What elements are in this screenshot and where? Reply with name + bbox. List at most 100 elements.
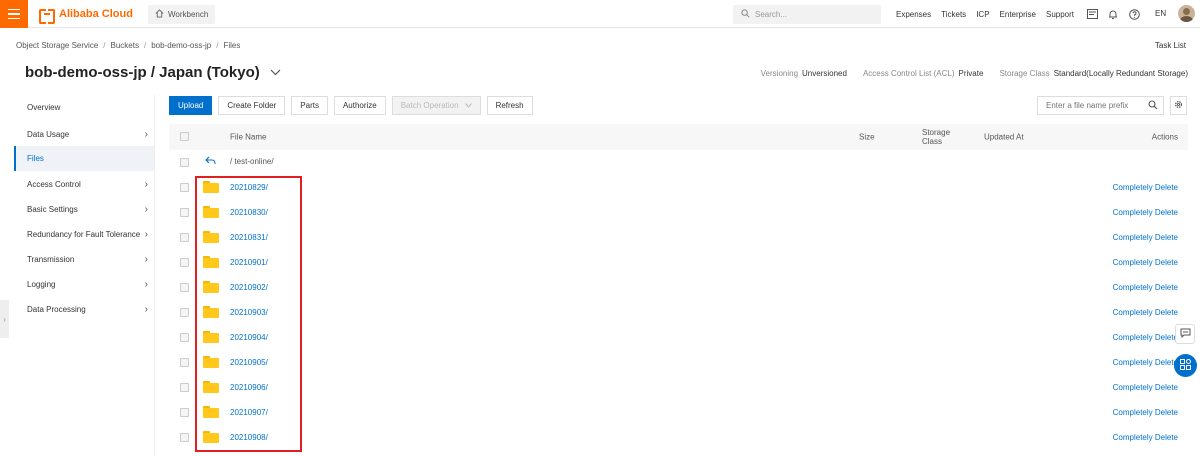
- parts-button[interactable]: Parts: [291, 96, 328, 115]
- table-row: 20210904/Completely Delete: [169, 325, 1188, 350]
- select-all-checkbox[interactable]: [180, 132, 189, 141]
- completely-delete-link[interactable]: Completely Delete: [1113, 183, 1178, 192]
- batch-operation-label: Batch Operation: [400, 101, 459, 110]
- completely-delete-link[interactable]: Completely Delete: [1113, 233, 1178, 242]
- breadcrumb-separator: /: [103, 41, 106, 50]
- gear-icon: [1174, 100, 1183, 111]
- avatar[interactable]: [1178, 5, 1195, 22]
- upload-button[interactable]: Upload: [169, 96, 213, 115]
- completely-delete-link[interactable]: Completely Delete: [1113, 433, 1178, 442]
- sidebar-item-basic-settings[interactable]: Basic Settings ›: [14, 197, 154, 222]
- sidebar-item-label: Redundancy for Fault Tolerance: [27, 230, 141, 239]
- sidebar-item-files[interactable]: Files: [14, 146, 154, 171]
- sidebar-item-overview[interactable]: Overview: [14, 95, 154, 120]
- meta-spacer: [987, 69, 995, 78]
- global-search[interactable]: [733, 5, 881, 24]
- row-checkbox[interactable]: [180, 233, 189, 242]
- row-checkbox[interactable]: [180, 258, 189, 267]
- row-checkbox[interactable]: [180, 333, 189, 342]
- help-icon[interactable]: [1128, 8, 1140, 20]
- breadcrumb-buckets[interactable]: Buckets: [111, 41, 139, 50]
- acl-value: Private: [958, 69, 984, 78]
- completely-delete-link[interactable]: Completely Delete: [1113, 283, 1178, 292]
- message-icon[interactable]: [1086, 8, 1098, 20]
- authorize-button[interactable]: Authorize: [333, 96, 386, 115]
- chevron-down-icon[interactable]: [270, 68, 281, 78]
- row-checkbox[interactable]: [180, 183, 189, 192]
- chevron-right-icon: ›: [3, 314, 6, 324]
- column-storage-class-line1: Storage: [922, 128, 951, 137]
- alibaba-cloud-logo-icon: [39, 8, 55, 24]
- feedback-button[interactable]: [1175, 324, 1195, 344]
- language-switch[interactable]: EN: [1155, 9, 1166, 18]
- column-actions: Actions: [1151, 132, 1178, 142]
- column-storage-class-line2: Class: [922, 137, 943, 146]
- highlight-box: [195, 176, 302, 452]
- back-arrow-icon[interactable]: [205, 156, 216, 168]
- column-size: Size: [859, 132, 875, 142]
- table-row: 20210831/Completely Delete: [169, 225, 1188, 250]
- column-storage-class: Storage Class: [922, 128, 950, 146]
- versioning-label: Versioning: [760, 69, 799, 78]
- completely-delete-link[interactable]: Completely Delete: [1113, 383, 1178, 392]
- row-checkbox[interactable]: [180, 208, 189, 217]
- bucket-meta: Versioning Unversioned Access Control Li…: [761, 69, 1188, 78]
- nav-support[interactable]: Support: [1046, 10, 1074, 19]
- toolbar: Upload Create Folder Parts Authorize Bat…: [169, 96, 533, 115]
- chevron-right-icon: ›: [144, 304, 148, 315]
- batch-operation-dropdown[interactable]: Batch Operation: [391, 96, 481, 115]
- versioning-value: Unversioned: [802, 69, 847, 78]
- column-updated-at: Updated At: [984, 132, 1024, 142]
- nav-expenses[interactable]: Expenses: [896, 10, 931, 19]
- sidebar-item-label: Basic Settings: [27, 205, 78, 214]
- completely-delete-link[interactable]: Completely Delete: [1113, 408, 1178, 417]
- table-row: 20210908/Completely Delete: [169, 425, 1188, 450]
- file-prefix-input[interactable]: [1046, 101, 1146, 110]
- search-input[interactable]: [755, 10, 865, 19]
- task-list-link[interactable]: Task List: [1155, 41, 1186, 50]
- breadcrumb-oss[interactable]: Object Storage Service: [16, 41, 98, 50]
- create-folder-button[interactable]: Create Folder: [218, 96, 286, 115]
- sidebar-item-data-processing[interactable]: Data Processing ›: [14, 297, 154, 322]
- table-row: 20210906/Completely Delete: [169, 375, 1188, 400]
- completely-delete-link[interactable]: Completely Delete: [1113, 333, 1178, 342]
- sidebar-item-label: Files: [27, 154, 44, 163]
- column-file-name: File Name: [230, 132, 267, 142]
- nav-icp[interactable]: ICP: [976, 10, 989, 19]
- settings-button[interactable]: [1170, 96, 1187, 115]
- grid-icon: [1180, 359, 1191, 372]
- sidebar-item-label: Logging: [27, 280, 56, 289]
- apps-button[interactable]: [1174, 354, 1197, 377]
- row-checkbox[interactable]: [180, 408, 189, 417]
- table-row: 20210829/Completely Delete: [169, 175, 1188, 200]
- table-row: 20210902/Completely Delete: [169, 275, 1188, 300]
- breadcrumb-bucket[interactable]: bob-demo-oss-jp: [151, 41, 211, 50]
- row-checkbox[interactable]: [180, 283, 189, 292]
- nav-tickets[interactable]: Tickets: [941, 10, 966, 19]
- sidebar-item-transmission[interactable]: Transmission ›: [14, 247, 154, 272]
- row-checkbox[interactable]: [180, 308, 189, 317]
- row-checkbox[interactable]: [180, 433, 189, 442]
- sidebar-item-redundancy[interactable]: Redundancy for Fault Tolerance ›: [14, 222, 154, 247]
- completely-delete-link[interactable]: Completely Delete: [1113, 308, 1178, 317]
- sidebar-item-logging[interactable]: Logging ›: [14, 272, 154, 297]
- breadcrumb-separator: /: [143, 41, 147, 50]
- brand-logo[interactable]: Alibaba Cloud: [39, 7, 133, 24]
- completely-delete-link[interactable]: Completely Delete: [1113, 208, 1178, 217]
- completely-delete-link[interactable]: Completely Delete: [1113, 358, 1178, 367]
- sidebar-item-data-usage[interactable]: Data Usage ›: [14, 122, 154, 147]
- file-prefix-search: [1037, 96, 1164, 115]
- nav-enterprise[interactable]: Enterprise: [1000, 10, 1036, 19]
- sidebar-expand-handle[interactable]: ›: [0, 300, 9, 338]
- sidebar-item-access-control[interactable]: Access Control ›: [14, 172, 154, 197]
- table-header: File Name Size Storage Class Updated At A…: [169, 124, 1188, 150]
- menu-icon[interactable]: [0, 0, 28, 28]
- search-icon: [741, 9, 750, 20]
- search-icon[interactable]: [1148, 99, 1158, 112]
- refresh-button[interactable]: Refresh: [486, 96, 533, 115]
- row-checkbox[interactable]: [180, 358, 189, 367]
- bell-icon[interactable]: [1107, 8, 1119, 20]
- completely-delete-link[interactable]: Completely Delete: [1113, 258, 1178, 267]
- row-checkbox[interactable]: [180, 383, 189, 392]
- workbench-button[interactable]: Workbench: [148, 5, 216, 24]
